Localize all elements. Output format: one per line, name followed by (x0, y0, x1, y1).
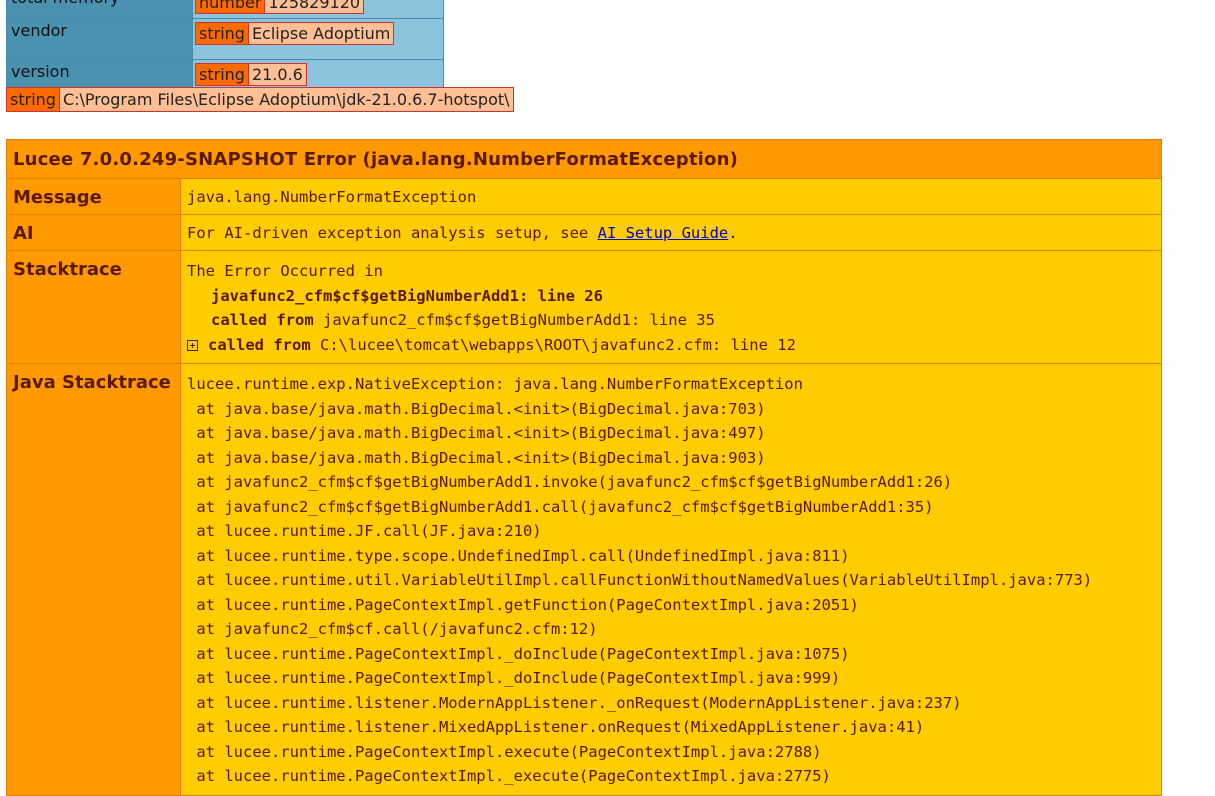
java-stacktrace-line: at lucee.runtime.PageContextImpl._doIncl… (187, 669, 841, 687)
type-value-pill: number 125829120 (195, 0, 365, 14)
dump-value: 21.0.6 (248, 64, 306, 85)
java-stacktrace-label: Java Stacktrace (6, 363, 181, 796)
stacktrace-error-line: javafunc2_cfm$cf$getBigNumberAdd1: line … (211, 286, 603, 305)
stacktrace-called-from: called from javafunc2_cfm$cf$getBigNumbe… (211, 311, 715, 329)
type-label[interactable]: string (7, 88, 60, 111)
stacktrace-called-from-expandable: called from C:\lucee\tomcat\webapps\ROOT… (187, 333, 1155, 358)
java-stacktrace-line: at lucee.runtime.type.scope.UndefinedImp… (187, 546, 850, 565)
error-message: java.lang.NumberFormatException (180, 178, 1162, 215)
java-stacktrace-line: at lucee.runtime.listener.MixedAppListen… (187, 718, 925, 736)
dump-key[interactable]: total memory (6, 0, 193, 19)
java-stacktrace-line: at lucee.runtime.listener.ModernAppListe… (187, 693, 962, 712)
java-stacktrace-line: at lucee.runtime.PageContextImpl.getFunc… (187, 595, 859, 614)
type-label[interactable]: string (196, 23, 249, 44)
ai-setup-guide-link[interactable]: AI Setup Guide (598, 224, 729, 242)
message-row: Message java.lang.NumberFormatException (6, 178, 1162, 215)
ai-label: AI (6, 214, 181, 251)
dump-key[interactable]: vendor (6, 18, 193, 60)
ai-row: AI For AI-driven exception analysis setu… (6, 214, 1162, 251)
java-stacktrace-line: at javafunc2_cfm$cf$getBigNumberAdd1.inv… (187, 473, 953, 491)
type-label[interactable]: number (196, 0, 266, 13)
stacktrace-content: The Error Occurred in javafunc2_cfm$cf$g… (180, 250, 1162, 364)
expand-plus-icon[interactable] (187, 339, 198, 351)
java-stacktrace-line: at lucee.runtime.util.VariableUtilImpl.c… (187, 571, 1093, 589)
path-value-pill: string C:\Program Files\Eclipse Adoptium\… (6, 87, 514, 112)
type-value-pill: string Eclipse Adoptium (195, 22, 395, 45)
message-label: Message (6, 178, 181, 215)
type-label[interactable]: string (196, 64, 249, 85)
java-stacktrace-line: at java.base/java.math.BigDecimal.<init>… (187, 424, 766, 442)
ai-text-end: . (728, 224, 738, 242)
java-stacktrace-line: at javafunc2_cfm$cf.call(/javafunc2.cfm:… (187, 620, 598, 638)
error-title: Lucee 7.0.0.249-SNAPSHOT Error (java.lan… (6, 139, 1162, 179)
java-stacktrace-line: at lucee.runtime.JF.call(JF.java:210) (187, 522, 542, 540)
java-stacktrace-line: at lucee.runtime.PageContextImpl._execut… (187, 767, 831, 785)
java-stacktrace-line: at lucee.runtime.PageContextImpl.execute… (187, 742, 822, 761)
java-stacktrace-row: Java Stacktrace lucee.runtime.exp.Native… (6, 363, 1162, 796)
java-home-path: C:\Program Files\Eclipse Adoptium\jdk-21… (59, 88, 513, 111)
java-stacktrace-line: at javafunc2_cfm$cf$getBigNumberAdd1.cal… (187, 497, 934, 516)
stacktrace-label: Stacktrace (6, 250, 181, 364)
ai-text: For AI-driven exception analysis setup, … (187, 224, 598, 242)
type-value-pill: string 21.0.6 (195, 63, 307, 86)
dump-value: 125829120 (265, 0, 364, 13)
java-info-dump: total memory number125829120 vendor stri… (6, 0, 444, 101)
error-table: Lucee 7.0.0.249-SNAPSHOT Error (java.lan… (6, 139, 1162, 796)
java-stacktrace-line: lucee.runtime.exp.NativeException: java.… (187, 375, 803, 393)
java-stacktrace-content: lucee.runtime.exp.NativeException: java.… (180, 363, 1162, 796)
java-stacktrace-line: at lucee.runtime.PageContextImpl._doIncl… (187, 644, 850, 663)
dump-row: total memory number125829120 (6, 0, 444, 19)
stacktrace-row: Stacktrace The Error Occurred in javafun… (6, 250, 1162, 364)
java-stacktrace-line: at java.base/java.math.BigDecimal.<init>… (187, 448, 766, 467)
dump-value: Eclipse Adoptium (248, 23, 394, 44)
java-stacktrace-line: at java.base/java.math.BigDecimal.<init>… (187, 399, 766, 418)
dump-row: vendor string Eclipse Adoptium (6, 18, 444, 60)
stacktrace-intro: The Error Occurred in (187, 262, 383, 280)
